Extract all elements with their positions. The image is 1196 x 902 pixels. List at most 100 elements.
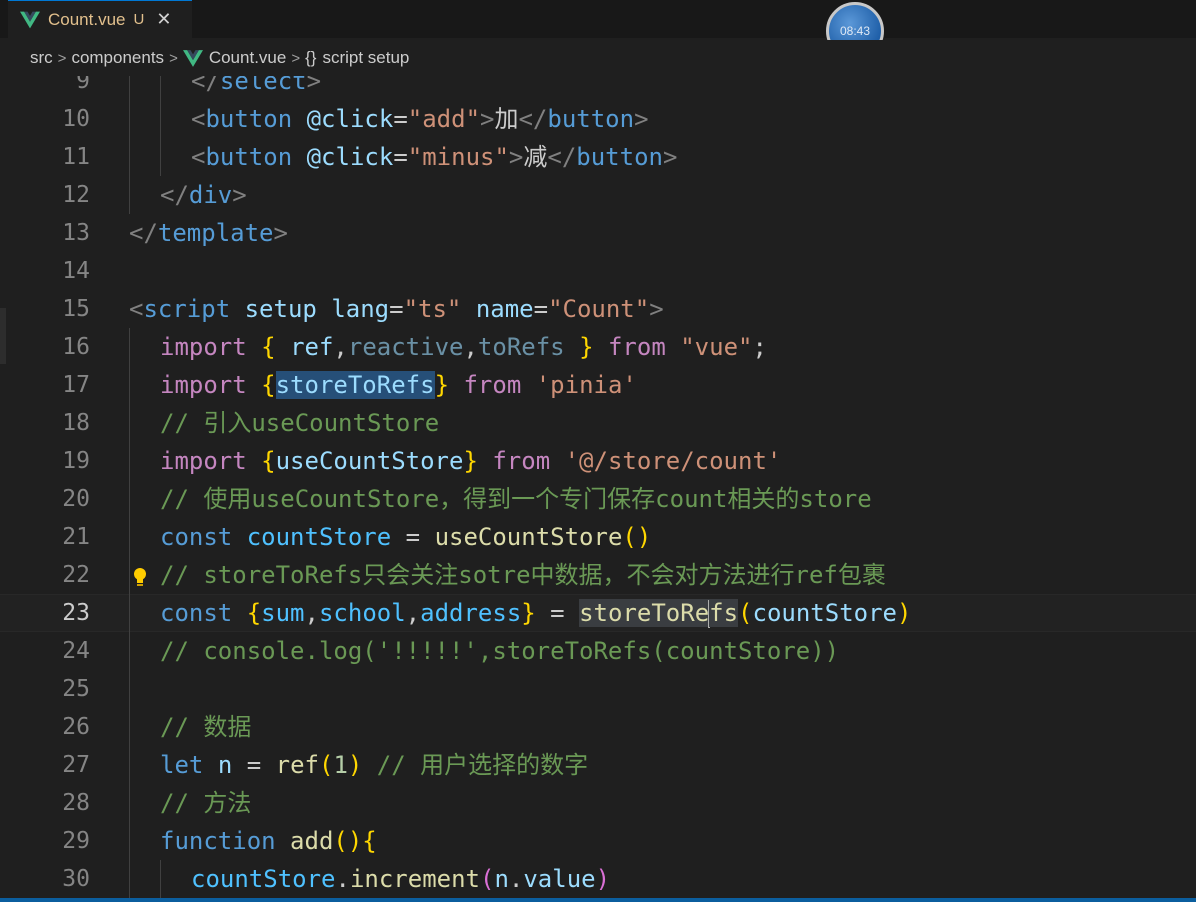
code-line[interactable]: 24 // console.log('!!!!!',storeToRefs(cou…	[0, 632, 1196, 670]
code-token: add	[290, 827, 334, 855]
code-token: >	[232, 181, 247, 209]
code-token: "vue"	[680, 333, 753, 361]
code-text: countStore.increment(n.value)	[191, 860, 610, 898]
code-line[interactable]: 18 // 引入useCountStore	[0, 404, 1196, 442]
line-number: 13	[62, 220, 90, 246]
code-token: from	[492, 447, 551, 475]
indent-guide	[129, 176, 130, 214]
code-token: }	[434, 371, 450, 399]
code-token: =	[232, 751, 276, 779]
indent-guide	[129, 670, 130, 708]
code-line[interactable]: 10 <button @click="add">加</button>	[0, 100, 1196, 138]
code-token: 'pinia'	[535, 371, 637, 399]
code-line[interactable]: 26 // 数据	[0, 708, 1196, 746]
clock-time: 08:43	[839, 24, 871, 38]
code-text: let n = ref(1) // 用户选择的数字	[160, 746, 588, 784]
code-line[interactable]: 27 let n = ref(1) // 用户选择的数字	[0, 746, 1196, 784]
code-token: const	[160, 599, 233, 627]
breadcrumb-symbol[interactable]: script setup	[322, 48, 409, 68]
code-token: >	[662, 143, 678, 171]
indent-guide	[129, 784, 130, 822]
line-number: 27	[62, 752, 90, 778]
braces-icon: {}	[305, 48, 317, 67]
code-line[interactable]: 15 <script setup lang="ts" name="Count">	[0, 290, 1196, 328]
indent-guide	[129, 442, 130, 480]
code-line[interactable]: 29 function add(){	[0, 822, 1196, 860]
code-token: =	[393, 143, 408, 171]
code-line[interactable]: 30 countStore.increment(n.value)	[0, 860, 1196, 898]
line-number: 22	[62, 562, 90, 588]
line-number: 14	[62, 258, 90, 284]
indent-guide	[129, 518, 130, 556]
code-token: 加	[494, 105, 519, 133]
code-token: ;	[752, 333, 767, 361]
code-line[interactable]: 21 const countStore = useCountStore()	[0, 518, 1196, 556]
code-token: ()	[622, 523, 652, 551]
code-token: n	[494, 865, 509, 893]
indent-guide	[160, 138, 161, 176]
code-token: >	[508, 143, 524, 171]
code-line[interactable]: 19 import {useCountStore} from '@/store/c…	[0, 442, 1196, 480]
code-line[interactable]: 25	[0, 670, 1196, 708]
breadcrumb-src[interactable]: src	[30, 48, 53, 68]
code-token: ref	[290, 333, 334, 361]
breadcrumb-file[interactable]: Count.vue	[209, 48, 287, 68]
code-token: (	[318, 751, 334, 779]
code-text: <button @click="add">加</button>	[191, 100, 649, 138]
code-token: // 引入useCountStore	[160, 409, 440, 437]
tab-bar: Count.vue U ✕	[0, 0, 1196, 38]
code-token: (){	[333, 827, 377, 855]
code-token: =	[393, 105, 408, 133]
code-token: ,	[463, 333, 478, 361]
code-token: >	[480, 105, 495, 133]
line-number: 24	[62, 638, 90, 664]
code-token: toRefs	[477, 333, 565, 361]
code-token: "Count"	[548, 295, 650, 323]
code-line[interactable]: 16 import { ref,reactive,toRefs } from "v…	[0, 328, 1196, 366]
code-token: // 用户选择的数字	[376, 751, 589, 779]
code-token: value	[523, 865, 596, 893]
indent-guide	[129, 76, 130, 100]
indent-guide	[129, 328, 130, 366]
indent-guide	[160, 860, 161, 898]
code-line[interactable]: 20 // 使用useCountStore，得到一个专门保存count相关的sto…	[0, 480, 1196, 518]
code-line[interactable]: 28 // 方法	[0, 784, 1196, 822]
code-token: {	[261, 447, 276, 475]
code-line[interactable]: 13 </template>	[0, 214, 1196, 252]
code-token: // 使用useCountStore，得到一个专门保存count相关的store	[160, 485, 872, 513]
code-line[interactable]: 11 <button @click="minus">减</button>	[0, 138, 1196, 176]
close-icon[interactable]: ✕	[156, 9, 171, 30]
indent-guide	[129, 480, 130, 518]
line-number: 23	[62, 600, 90, 626]
code-line[interactable]: 22 // storeToRefs只会关注sotre中数据，不会对方法进行ref包…	[0, 556, 1196, 594]
line-number: 28	[62, 790, 90, 816]
lightbulb-icon[interactable]	[132, 562, 148, 586]
line-number: 10	[62, 106, 90, 132]
code-line[interactable]: 14	[0, 252, 1196, 290]
code-line[interactable]: 17 import {storeToRefs} from 'pinia'	[0, 366, 1196, 404]
code-token: )	[347, 751, 363, 779]
indent-guide	[129, 556, 130, 594]
code-token: // 方法	[160, 789, 252, 817]
code-line[interactable]: 9 </select>	[0, 76, 1196, 100]
breadcrumb-components[interactable]: components	[71, 48, 164, 68]
code-line[interactable]: 23 const {sum,school,address} = storeToRe…	[0, 594, 1196, 632]
git-status-badge: U	[133, 11, 145, 28]
code-token: >	[649, 295, 664, 323]
vue-icon	[182, 49, 203, 67]
code-token: }	[463, 447, 478, 475]
code-text: // 方法	[160, 784, 251, 822]
tab-count-vue[interactable]: Count.vue U ✕	[8, 0, 192, 38]
code-line[interactable]: 12 </div>	[0, 176, 1196, 214]
code-token: {	[246, 599, 262, 627]
chevron-right-icon: >	[169, 49, 178, 67]
indent-guide	[129, 632, 130, 670]
code-token: "ts"	[403, 295, 462, 323]
code-text: const {sum,school,address} = storeToRefs…	[160, 594, 911, 632]
code-token: n	[217, 751, 233, 779]
code-editor[interactable]: 9 </select> 10 <button @click="add">加</butt…	[0, 76, 1196, 898]
